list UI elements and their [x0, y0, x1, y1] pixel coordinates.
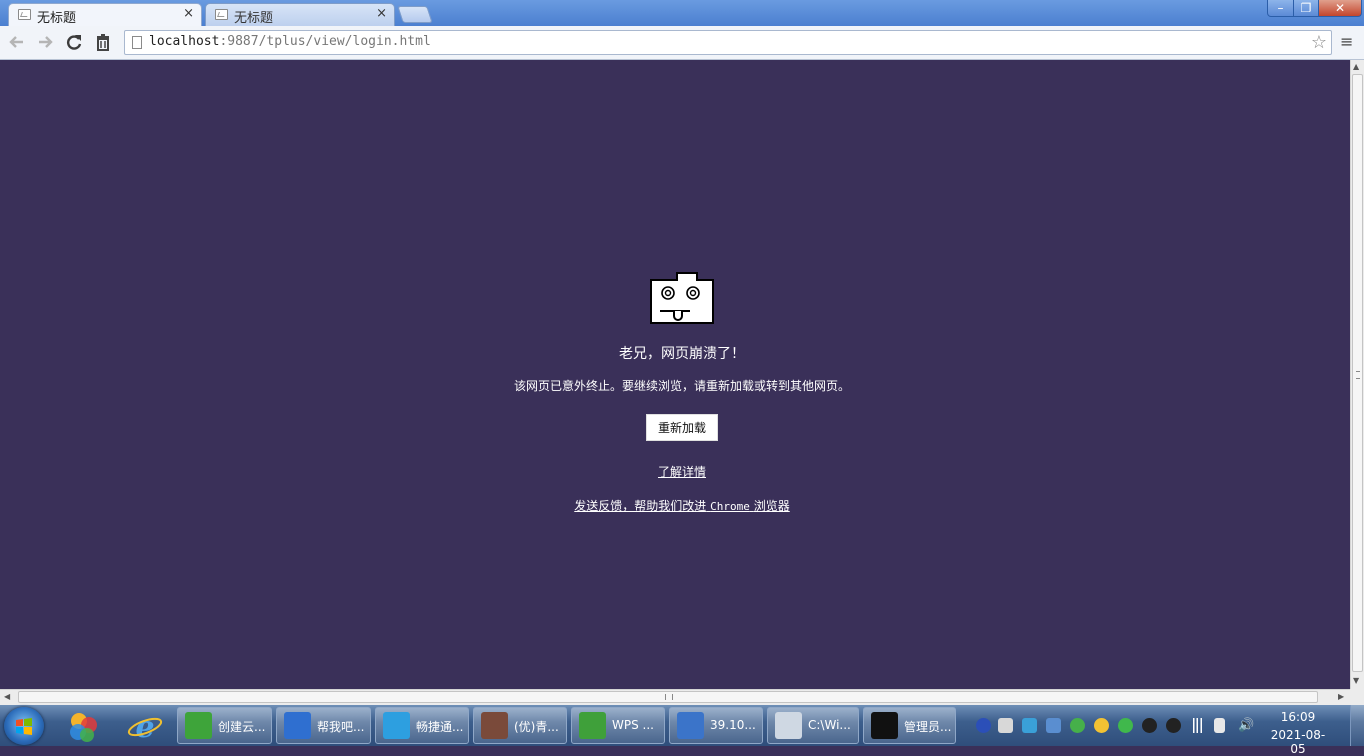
remote-desktop-icon	[677, 712, 704, 739]
scroll-left-arrow-icon[interactable]: ◀	[4, 692, 10, 701]
taskbar-button-label: C:\Wi...	[808, 718, 851, 732]
clock-time[interactable]: 16:09	[1268, 710, 1328, 724]
pinned-app-launcher[interactable]	[58, 708, 108, 744]
system-tray: 🔊	[968, 705, 1264, 746]
feedback-suffix: 浏览器	[753, 499, 790, 513]
feedback-prefix: 发送反馈，帮助我们改进	[574, 499, 707, 513]
page-favicon-icon	[18, 9, 31, 20]
learn-more-link[interactable]: 了解详情	[0, 463, 1364, 480]
bluetooth-icon[interactable]	[976, 718, 991, 733]
crash-message: 该网页已意外终止。要继续浏览，请重新加载或转到其他网页。	[513, 379, 850, 393]
console-icon	[871, 712, 898, 739]
taskbar-button[interactable]: 帮我吧...	[276, 707, 371, 744]
wps-icon	[579, 712, 606, 739]
network-sync-icon[interactable]	[998, 718, 1013, 733]
colorful-circles-app-icon	[70, 713, 97, 742]
tab-close-icon[interactable]: ×	[183, 6, 194, 21]
cloud-app-icon	[383, 712, 410, 739]
avatar-app-icon	[481, 712, 508, 739]
scrollbar-corner	[1350, 689, 1364, 705]
scroll-grip-icon	[665, 694, 673, 700]
windows-flag-icon	[16, 718, 32, 735]
reload-button[interactable]: 重新加载	[646, 414, 718, 441]
device-icon[interactable]	[1214, 718, 1225, 733]
url-path: :9887/tplus/view/login.html	[219, 34, 431, 49]
svg-text:e: e	[135, 710, 154, 744]
window-minimize-button[interactable]: –	[1267, 0, 1294, 17]
taskbar-button-label: 管理员...	[904, 720, 952, 734]
tab-untitled-active[interactable]: 无标题 ×	[8, 3, 202, 26]
pinned-internet-explorer[interactable]: e	[120, 708, 170, 745]
taskbar-button-label: 帮我吧...	[317, 720, 365, 734]
bookmark-star-icon[interactable]: ☆	[1311, 32, 1327, 53]
horizontal-scroll-thumb[interactable]	[18, 691, 1318, 703]
crash-title: 老兄，网页崩溃了！	[619, 346, 745, 362]
taskbar-button[interactable]: 39.10...	[669, 707, 763, 744]
clock-date[interactable]: 2021-08-05	[1266, 728, 1330, 756]
windows-taskbar: e 创建云... 帮我吧... 畅捷通... (优)青... WPS ... 39.10.…	[0, 705, 1364, 756]
forward-arrow-icon[interactable]	[34, 31, 56, 53]
taskbar-button[interactable]: C:\Wi...	[767, 707, 859, 744]
qq-penguin-icon[interactable]	[1166, 718, 1181, 733]
tab-untitled[interactable]: 无标题 ×	[205, 3, 395, 26]
url-host: localhost	[149, 34, 220, 49]
volume-icon[interactable]: 🔊	[1238, 718, 1254, 733]
page-icon	[132, 36, 142, 49]
taskbar-button-label: 创建云...	[218, 720, 266, 734]
taskbar-button-label: (优)青...	[514, 720, 559, 734]
green-app-icon	[185, 712, 212, 739]
browser-toolbar: localhost:9887/tplus/view/login.html ☆ ≡	[0, 26, 1364, 60]
tab-title: 无标题	[234, 11, 274, 26]
scroll-up-arrow-icon[interactable]: ▲	[1353, 62, 1359, 71]
scroll-grip-icon	[1356, 371, 1360, 379]
address-bar[interactable]: localhost:9887/tplus/view/login.html ☆	[124, 30, 1332, 55]
window-maximize-button[interactable]: ❐	[1293, 0, 1319, 17]
blue-app-icon	[284, 712, 311, 739]
horizontal-scrollbar[interactable]: ◀ ▶	[0, 689, 1350, 705]
taskbar-button[interactable]: (优)青...	[473, 707, 567, 744]
browser-e-icon[interactable]	[1070, 718, 1085, 733]
qq-penguin-icon[interactable]	[1142, 718, 1157, 733]
taskbar-button[interactable]: 管理员...	[863, 707, 956, 744]
vertical-scrollbar[interactable]: ▲ ▼	[1350, 60, 1364, 689]
taskbar-button-label: 畅捷通...	[416, 720, 464, 734]
crashed-tab-face-icon	[650, 272, 714, 324]
page-favicon-icon	[215, 9, 228, 20]
back-arrow-icon[interactable]	[6, 31, 28, 53]
new-tab-button[interactable]	[397, 6, 433, 23]
scroll-down-arrow-icon[interactable]: ▼	[1353, 676, 1359, 685]
internet-explorer-icon: e	[127, 710, 163, 745]
url-text[interactable]: localhost:9887/tplus/view/login.html	[149, 34, 431, 49]
browser-menu-icon[interactable]: ≡	[1340, 32, 1353, 52]
vertical-scroll-thumb[interactable]	[1352, 74, 1363, 672]
taskbar-button-label: WPS ...	[612, 718, 654, 732]
taskbar-button-label: 39.10...	[710, 718, 756, 732]
signal-strength-icon[interactable]	[1190, 718, 1205, 733]
scroll-right-arrow-icon[interactable]: ▶	[1338, 692, 1344, 701]
wechat-icon[interactable]	[1118, 718, 1133, 733]
browser-title-bar: 无标题 × 无标题 × – ❐ ✕	[0, 0, 1364, 26]
explorer-window-icon	[775, 712, 802, 739]
reload-icon[interactable]	[63, 31, 85, 53]
security-guard-icon[interactable]	[1094, 718, 1109, 733]
taskbar-button[interactable]: 创建云...	[177, 707, 272, 744]
start-button[interactable]	[4, 707, 44, 745]
feedback-brand: Chrome	[710, 500, 750, 513]
show-desktop-button[interactable]	[1350, 705, 1364, 746]
taskbar-button[interactable]: 畅捷通...	[375, 707, 469, 744]
cloud-sync-icon[interactable]	[1022, 718, 1037, 733]
send-feedback-link[interactable]: 发送反馈，帮助我们改进 Chrome 浏览器	[0, 497, 1364, 514]
tab-close-icon[interactable]: ×	[376, 6, 387, 21]
taskbar-button[interactable]: WPS ...	[571, 707, 665, 744]
window-close-button[interactable]: ✕	[1318, 0, 1362, 17]
tab-title: 无标题	[37, 11, 77, 26]
input-method-icon[interactable]	[1046, 718, 1061, 733]
trash-icon[interactable]	[92, 31, 114, 53]
